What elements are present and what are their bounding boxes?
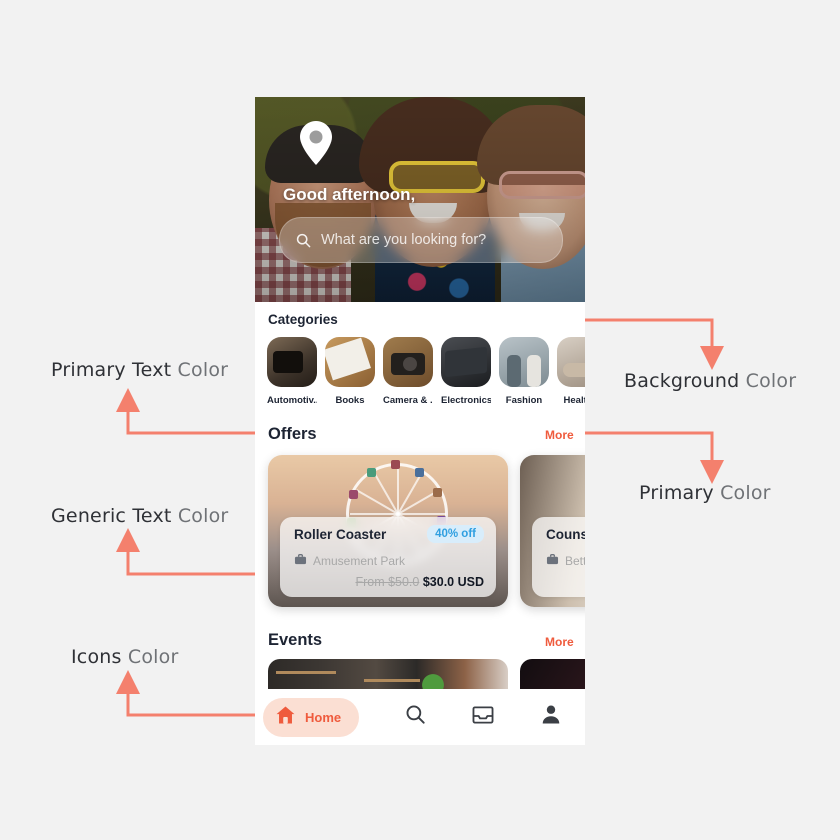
label-strong: Primary bbox=[639, 482, 714, 504]
electronics-thumb bbox=[441, 337, 491, 387]
events-more-link[interactable]: More bbox=[545, 635, 574, 649]
health-thumb bbox=[557, 337, 585, 387]
offer-price-original: From $50.0 bbox=[355, 575, 420, 589]
label-strong: Generic Text bbox=[51, 505, 172, 527]
category-item-health[interactable]: Health a bbox=[557, 337, 585, 406]
offer-card-roller-coaster[interactable]: Roller Coaster 40% off Amusement Park Fr… bbox=[268, 455, 508, 607]
label-strong: Background bbox=[624, 370, 740, 392]
label-strong: Icons bbox=[71, 646, 122, 668]
arrow-primary-text-color bbox=[116, 388, 268, 435]
label-soft: Color bbox=[127, 646, 179, 668]
category-item-fashion[interactable]: Fashion bbox=[499, 337, 549, 406]
tab-home[interactable]: Home bbox=[255, 697, 382, 737]
offer-venue-label: Better t bbox=[565, 553, 585, 568]
category-item-automotive[interactable]: Automotiv... bbox=[267, 337, 317, 406]
label-strong: Primary Text bbox=[51, 359, 172, 381]
category-label: Camera & ... bbox=[383, 395, 433, 406]
offer-discount-badge: 40% off bbox=[427, 525, 484, 543]
automotive-thumb bbox=[267, 337, 317, 387]
label-soft: Color bbox=[720, 482, 771, 504]
offers-more-link[interactable]: More bbox=[545, 428, 574, 442]
tab-search[interactable] bbox=[382, 704, 450, 730]
fashion-thumb bbox=[499, 337, 549, 387]
events-title: Events bbox=[268, 631, 323, 649]
category-label: Books bbox=[335, 395, 365, 406]
arrow-background-color bbox=[578, 318, 724, 370]
camera-thumb bbox=[383, 337, 433, 387]
search-input[interactable]: What are you looking for? bbox=[279, 217, 563, 263]
offer-title: Roller Coaster bbox=[294, 527, 387, 542]
offer-card-counselling[interactable]: Counselling Better t bbox=[520, 455, 585, 607]
offer-venue: Amusement Park bbox=[294, 553, 405, 568]
category-label: Electronics bbox=[441, 395, 491, 406]
category-item-books[interactable]: Books bbox=[325, 337, 375, 406]
offer-venue-label: Amusement Park bbox=[313, 553, 406, 568]
tab-inbox[interactable] bbox=[450, 705, 518, 730]
category-item-camera[interactable]: Camera & ... bbox=[383, 337, 433, 406]
annotated-mockup-stage: Primary Text Color Generic Text Color Ic… bbox=[0, 0, 840, 840]
inbox-icon bbox=[472, 705, 494, 730]
home-icon bbox=[275, 705, 296, 730]
label-primary-text-color: Primary Text Color bbox=[51, 359, 228, 381]
search-icon bbox=[296, 233, 311, 248]
categories-title: Categories bbox=[268, 312, 338, 327]
label-primary-color: Primary Color bbox=[639, 482, 771, 504]
label-generic-text-color: Generic Text Color bbox=[51, 505, 228, 527]
greeting-text: Good afternoon, bbox=[283, 185, 416, 204]
person-icon bbox=[541, 704, 561, 730]
label-soft: Color bbox=[745, 370, 797, 392]
arrow-primary-color bbox=[570, 431, 724, 484]
bottom-tab-bar: Home bbox=[255, 689, 585, 745]
offer-title: Counselling bbox=[546, 527, 585, 542]
label-soft: Color bbox=[177, 505, 229, 527]
category-label: Health a bbox=[563, 395, 585, 406]
category-label: Fashion bbox=[505, 395, 543, 406]
offer-venue: Better t bbox=[546, 553, 585, 568]
offer-price: From $50.0 $30.0 USD bbox=[355, 575, 484, 589]
tab-profile[interactable] bbox=[517, 704, 585, 730]
offer-price-current: $30.0 USD bbox=[422, 575, 484, 589]
label-soft: Color bbox=[177, 359, 229, 381]
offers-list: Roller Coaster 40% off Amusement Park Fr… bbox=[268, 455, 585, 607]
category-label: Automotiv... bbox=[267, 395, 317, 406]
offer-info-pane: Roller Coaster 40% off Amusement Park Fr… bbox=[280, 517, 496, 597]
offer-info-pane: Counselling Better t bbox=[532, 517, 585, 597]
categories-list: Automotiv... Books Camera & ... Electron… bbox=[267, 337, 585, 406]
label-background-color: Background Color bbox=[624, 370, 796, 392]
search-icon bbox=[405, 704, 426, 730]
tab-home-label: Home bbox=[305, 709, 342, 725]
phone-screen: Good afternoon, What are you looking for… bbox=[255, 97, 585, 745]
briefcase-icon bbox=[294, 553, 307, 568]
label-icons-color: Icons Color bbox=[71, 646, 178, 668]
books-thumb bbox=[325, 337, 375, 387]
search-placeholder: What are you looking for? bbox=[321, 232, 487, 248]
category-item-electronics[interactable]: Electronics bbox=[441, 337, 491, 406]
location-pin-icon[interactable] bbox=[297, 119, 335, 167]
hero-header: Good afternoon, What are you looking for… bbox=[255, 97, 585, 302]
briefcase-icon bbox=[546, 553, 559, 568]
offers-title: Offers bbox=[268, 425, 317, 443]
